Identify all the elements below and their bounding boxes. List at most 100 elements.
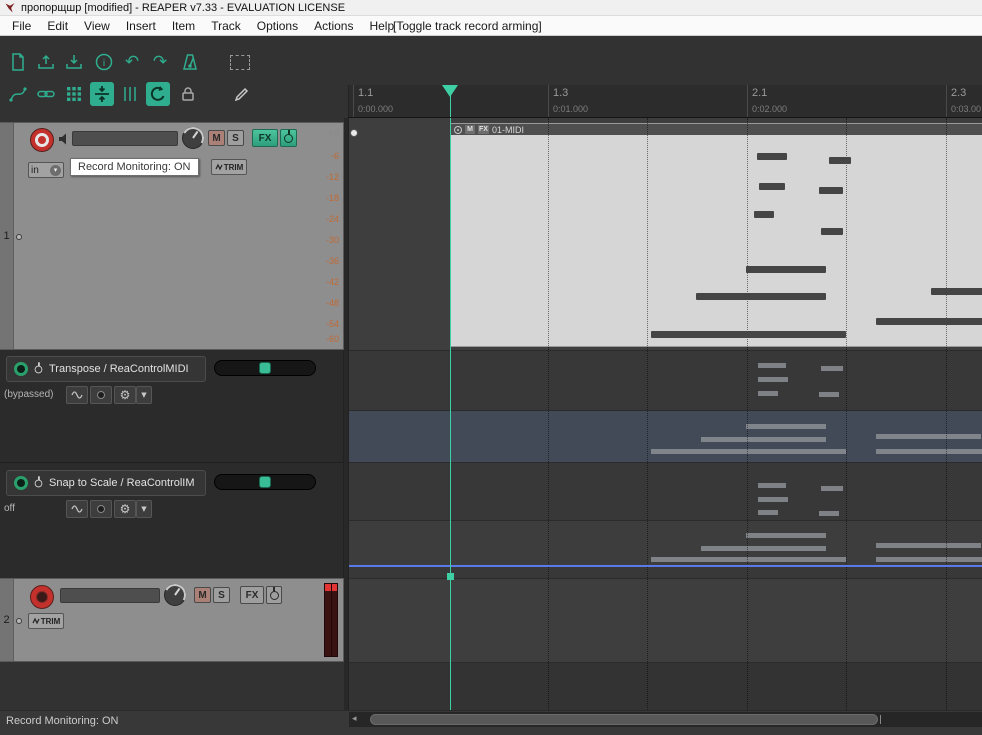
fx2-settings-button[interactable]: ⚙ (114, 500, 136, 518)
track1-trim-label: TRIM (224, 163, 244, 172)
snap-toggle-button[interactable] (90, 82, 114, 106)
track2-mute-button[interactable]: M (194, 587, 211, 603)
gear-icon: ⚙ (120, 502, 131, 516)
meter-scale-label: -12 (326, 172, 339, 182)
meter-scale-label: -36 (326, 256, 339, 266)
ghost-midi-note (876, 557, 982, 562)
envelope-tool-button[interactable] (6, 82, 30, 106)
item-mute-badge[interactable]: M (465, 125, 475, 134)
edit-cursor-handle (447, 573, 454, 580)
ruler-marker-2.1: 2.10:02.000 (747, 85, 787, 117)
fx1-dropdown-button[interactable]: ▼ (136, 386, 152, 404)
track1-pan-knob[interactable] (182, 127, 204, 149)
envelope-curve-icon (71, 504, 83, 514)
fx-slot-snap-to-scale[interactable]: Snap to Scale / ReaControlIM (6, 470, 206, 496)
scroll-left-arrow[interactable]: ◂ (352, 714, 357, 724)
menu-item-actions[interactable]: Actions (306, 19, 361, 33)
ghost-midi-note (819, 511, 839, 516)
track1-mute-button[interactable]: M (208, 130, 225, 146)
ripple-edit-button[interactable] (146, 82, 170, 106)
menu-item-view[interactable]: View (76, 19, 118, 33)
item-volume-handle[interactable] (350, 129, 358, 137)
item-grouping-button[interactable] (34, 82, 58, 106)
track1-volume-fader[interactable] (72, 131, 178, 146)
pencil-button[interactable] (230, 82, 254, 106)
project-info-button[interactable]: i (92, 50, 116, 74)
lock-button[interactable] (176, 82, 200, 106)
redo-icon: ↷ (153, 54, 167, 71)
menu-item-edit[interactable]: Edit (39, 19, 76, 33)
ghost-midi-note (876, 449, 982, 454)
fx-slot-transpose[interactable]: Transpose / ReaControlMIDI (6, 356, 206, 382)
undo-button[interactable]: ↶ (120, 50, 144, 74)
track1-pan-knob-pointer (192, 131, 198, 139)
timeline-ruler[interactable]: 1.10:00.0001.30:01.0002.10:02.0002.30:03… (348, 85, 982, 118)
fx1-wet-slider[interactable] (214, 360, 316, 376)
menu-item-options[interactable]: Options (249, 19, 306, 33)
main-area: i ↶ ↷ (0, 36, 982, 710)
track2-pan-knob[interactable] (164, 584, 186, 606)
ghost-midi-note (876, 543, 981, 548)
ghost-midi-note (758, 483, 786, 488)
fx1-modulation-button[interactable] (90, 386, 112, 404)
track2-trim-button[interactable]: TRIM (28, 613, 64, 629)
menu-item-track[interactable]: Track (203, 19, 249, 33)
ruler-marker-2.3: 2.30:03.00 (946, 85, 981, 117)
new-project-button[interactable] (6, 50, 30, 74)
track1-fx-enable-button[interactable] (280, 129, 297, 147)
ghost-midi-note (758, 363, 786, 368)
meter-scale-label: -60 (326, 334, 339, 344)
fx2-dropdown-button[interactable]: ▼ (136, 500, 152, 518)
save-project-button[interactable] (62, 50, 86, 74)
modulation-icon (97, 505, 105, 513)
redo-button[interactable]: ↷ (148, 50, 172, 74)
fx2-modulation-button[interactable] (90, 500, 112, 518)
item-fx-badge[interactable]: FX (478, 125, 489, 134)
snap-toggle-icon (92, 84, 112, 104)
pooled-midi-icon (454, 126, 462, 134)
track2-solo-button[interactable]: S (213, 587, 230, 603)
track2-volume-fader[interactable] (60, 588, 160, 603)
arrange-view[interactable]: M FX 01-MIDI (348, 118, 982, 710)
ruler-marker-1.1: 1.10:00.000 (353, 85, 393, 117)
menu-item-insert[interactable]: Insert (118, 19, 164, 33)
meter-scale-label: -24 (326, 214, 339, 224)
edit-cursor-marker[interactable] (442, 85, 458, 105)
track-panel-1[interactable]: 1 M S FX in ▾ TRIM Record Monitoring: ON… (0, 122, 344, 350)
fx2-envelope-button[interactable] (66, 500, 88, 518)
track1-fx-button[interactable]: FX (252, 129, 278, 147)
track2-fx-enable-button[interactable] (266, 586, 282, 604)
metronome-button[interactable] (178, 50, 202, 74)
grid-line (946, 118, 947, 710)
fx1-settings-button[interactable]: ⚙ (114, 386, 136, 404)
marquee-select-button[interactable] (228, 50, 252, 74)
midi-item-01[interactable]: M FX 01-MIDI (450, 123, 982, 347)
fx1-enabled-led[interactable] (14, 362, 28, 376)
horizontal-scrollbar[interactable]: ◂ (349, 712, 982, 727)
ripple-edit-icon (148, 84, 168, 104)
grid-settings-button[interactable] (62, 82, 86, 106)
track2-fx-button[interactable]: FX (240, 586, 264, 604)
track1-input-button[interactable]: in ▾ (28, 162, 64, 178)
track-panel-2[interactable]: 2 M S FX TRIM (0, 578, 344, 662)
chevron-down-icon: ▼ (141, 505, 146, 513)
track2-record-arm-button[interactable] (30, 585, 54, 609)
meter-scale-label: -18 (326, 193, 339, 203)
fx2-enabled-led[interactable] (14, 476, 28, 490)
midi-note (819, 187, 843, 194)
ghost-midi-note (758, 391, 778, 396)
open-project-button[interactable] (34, 50, 58, 74)
window-title: пропорщшр [modified] - REAPER v7.33 - EV… (21, 2, 345, 14)
track1-record-arm-button[interactable] (30, 128, 54, 152)
track1-solo-button[interactable]: S (227, 130, 244, 146)
fx2-wet-slider[interactable] (214, 474, 316, 490)
scrollbar-thumb[interactable] (370, 714, 878, 725)
grid-toggle-button[interactable] (118, 82, 142, 106)
fx1-envelope-button[interactable] (66, 386, 88, 404)
horizontal-blue-marker (349, 565, 982, 567)
menu-item-file[interactable]: File (4, 19, 39, 33)
menu-item-item[interactable]: Item (164, 19, 203, 33)
track1-number: 1 (3, 230, 9, 242)
power-icon (284, 134, 293, 143)
track1-trim-button[interactable]: TRIM (211, 159, 247, 175)
